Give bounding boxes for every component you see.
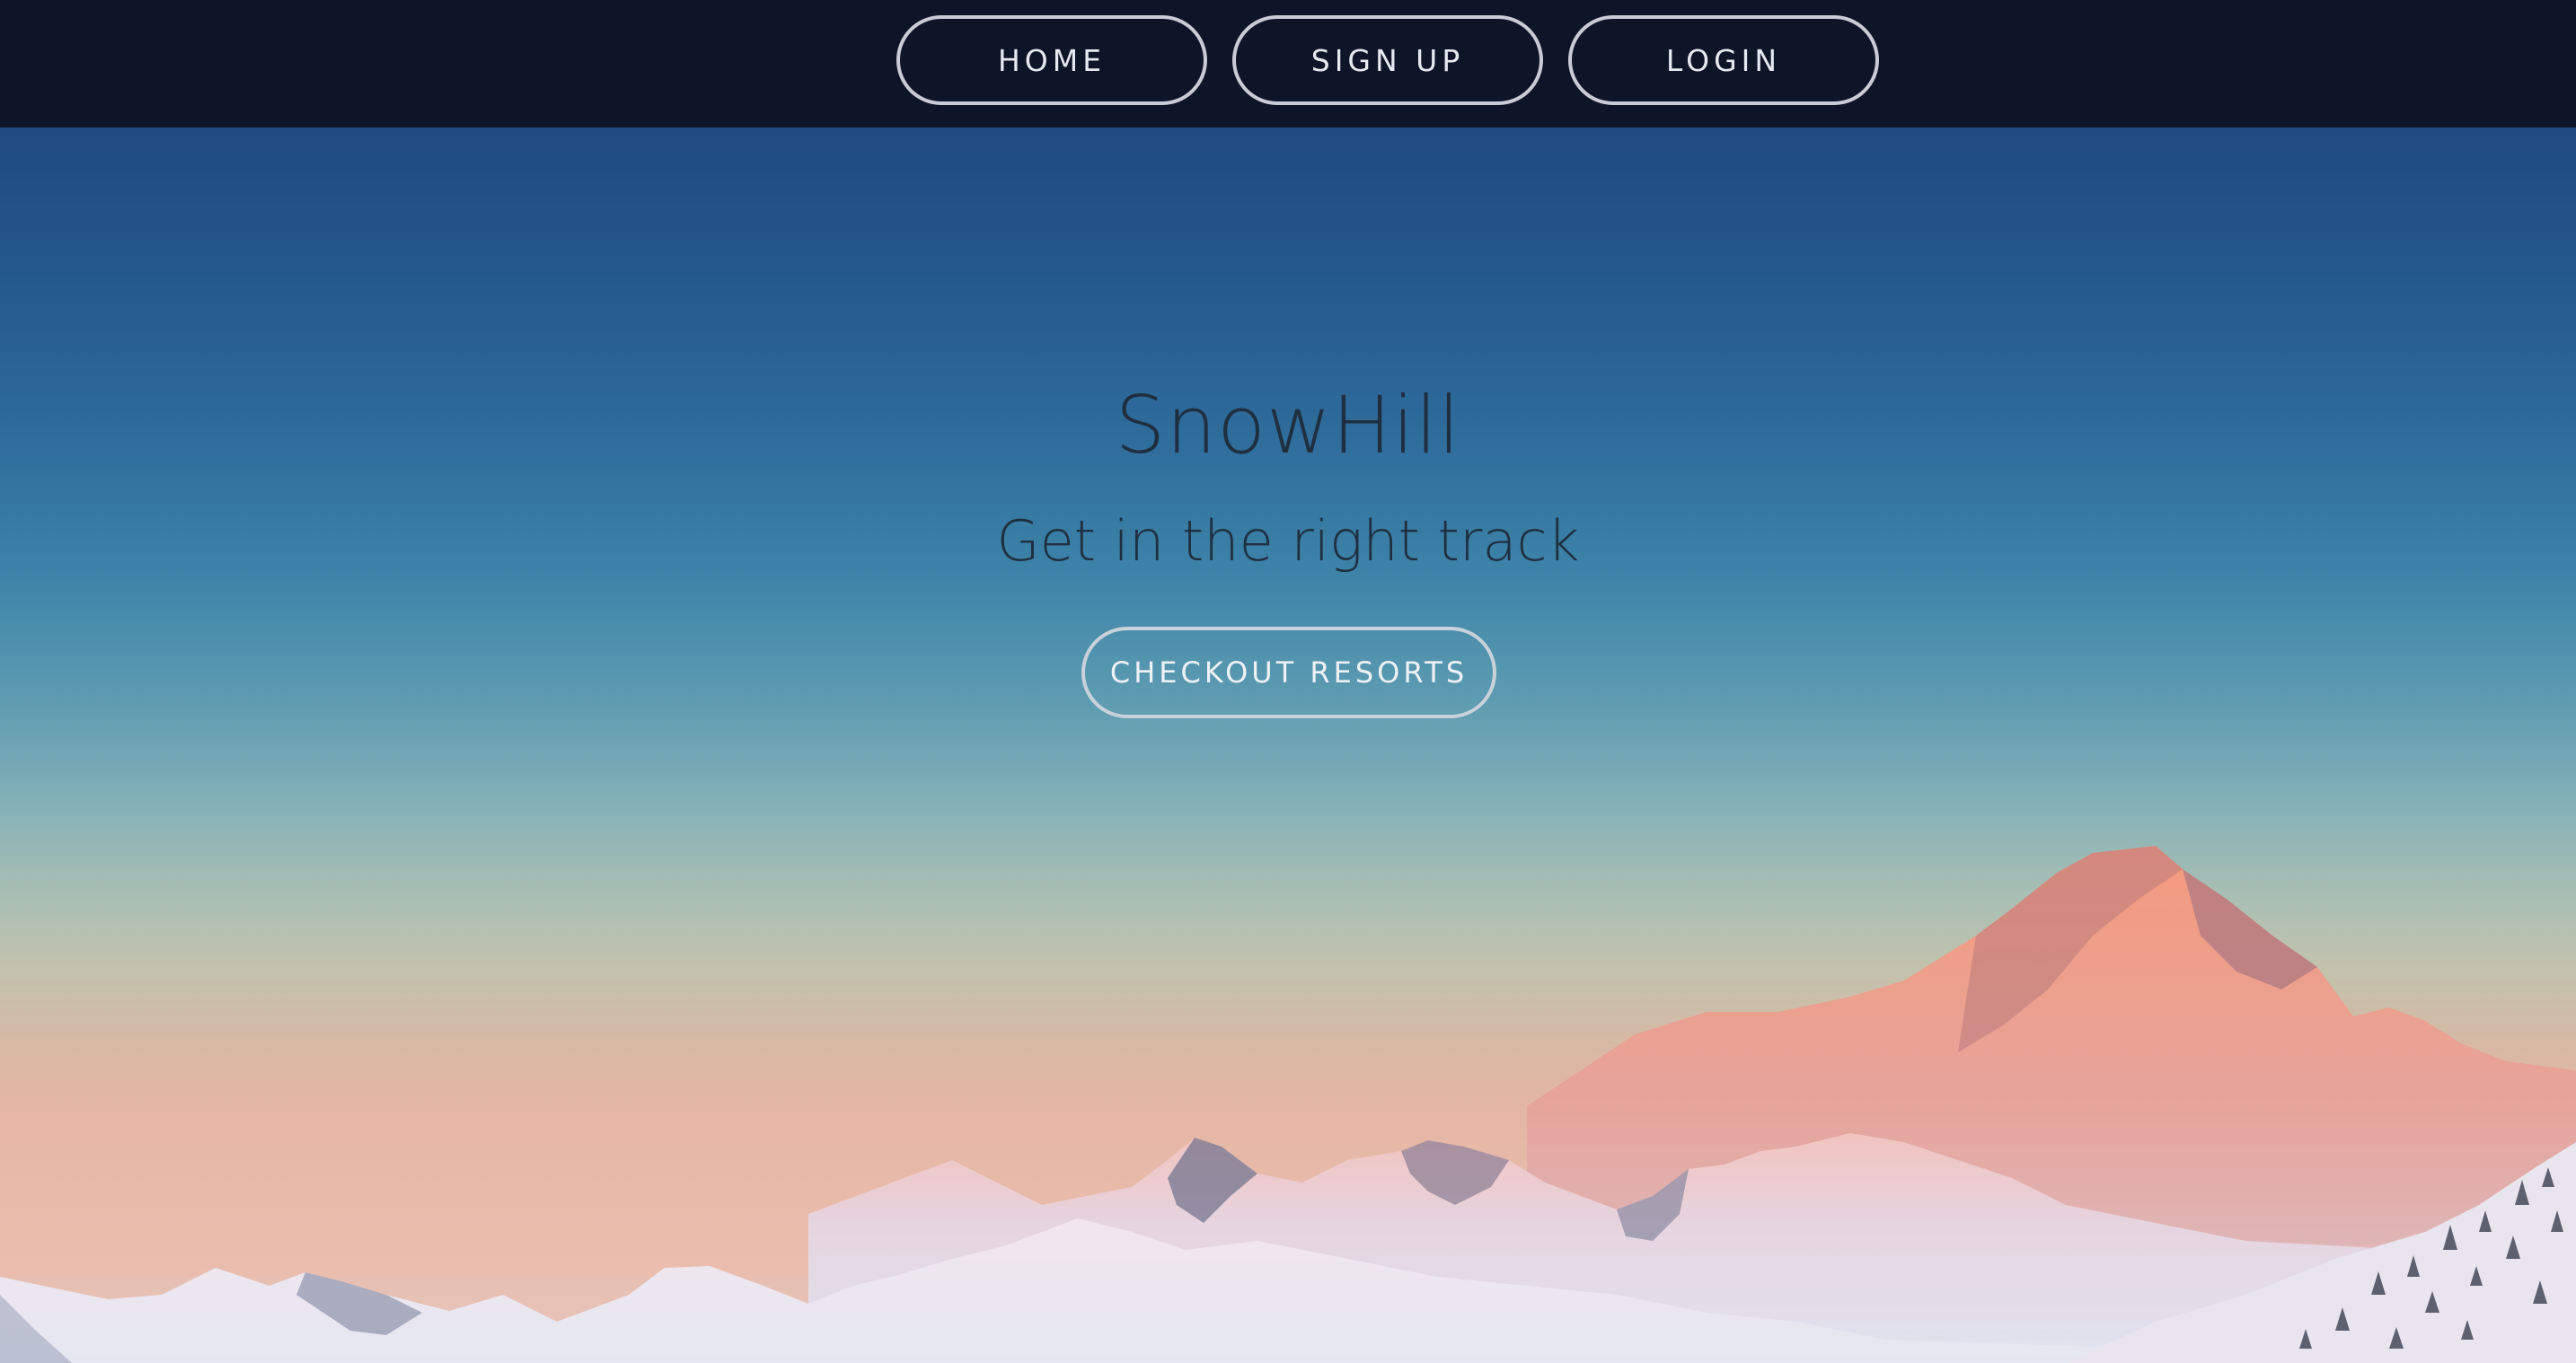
signup-button[interactable]: SIGN UP [1232,15,1543,105]
site-title: SnowHill [1115,379,1461,471]
home-button[interactable]: HOME [896,15,1207,105]
top-navbar: HOME SIGN UP LOGIN [0,0,2576,128]
mountain-landscape-image [0,846,2576,1363]
hero-section: SnowHill Get in the right track CHECKOUT… [0,128,2576,1363]
checkout-resorts-button[interactable]: CHECKOUT RESORTS [1081,627,1496,718]
hero-subtitle: Get in the right track [996,508,1580,574]
login-button[interactable]: LOGIN [1568,15,1879,105]
